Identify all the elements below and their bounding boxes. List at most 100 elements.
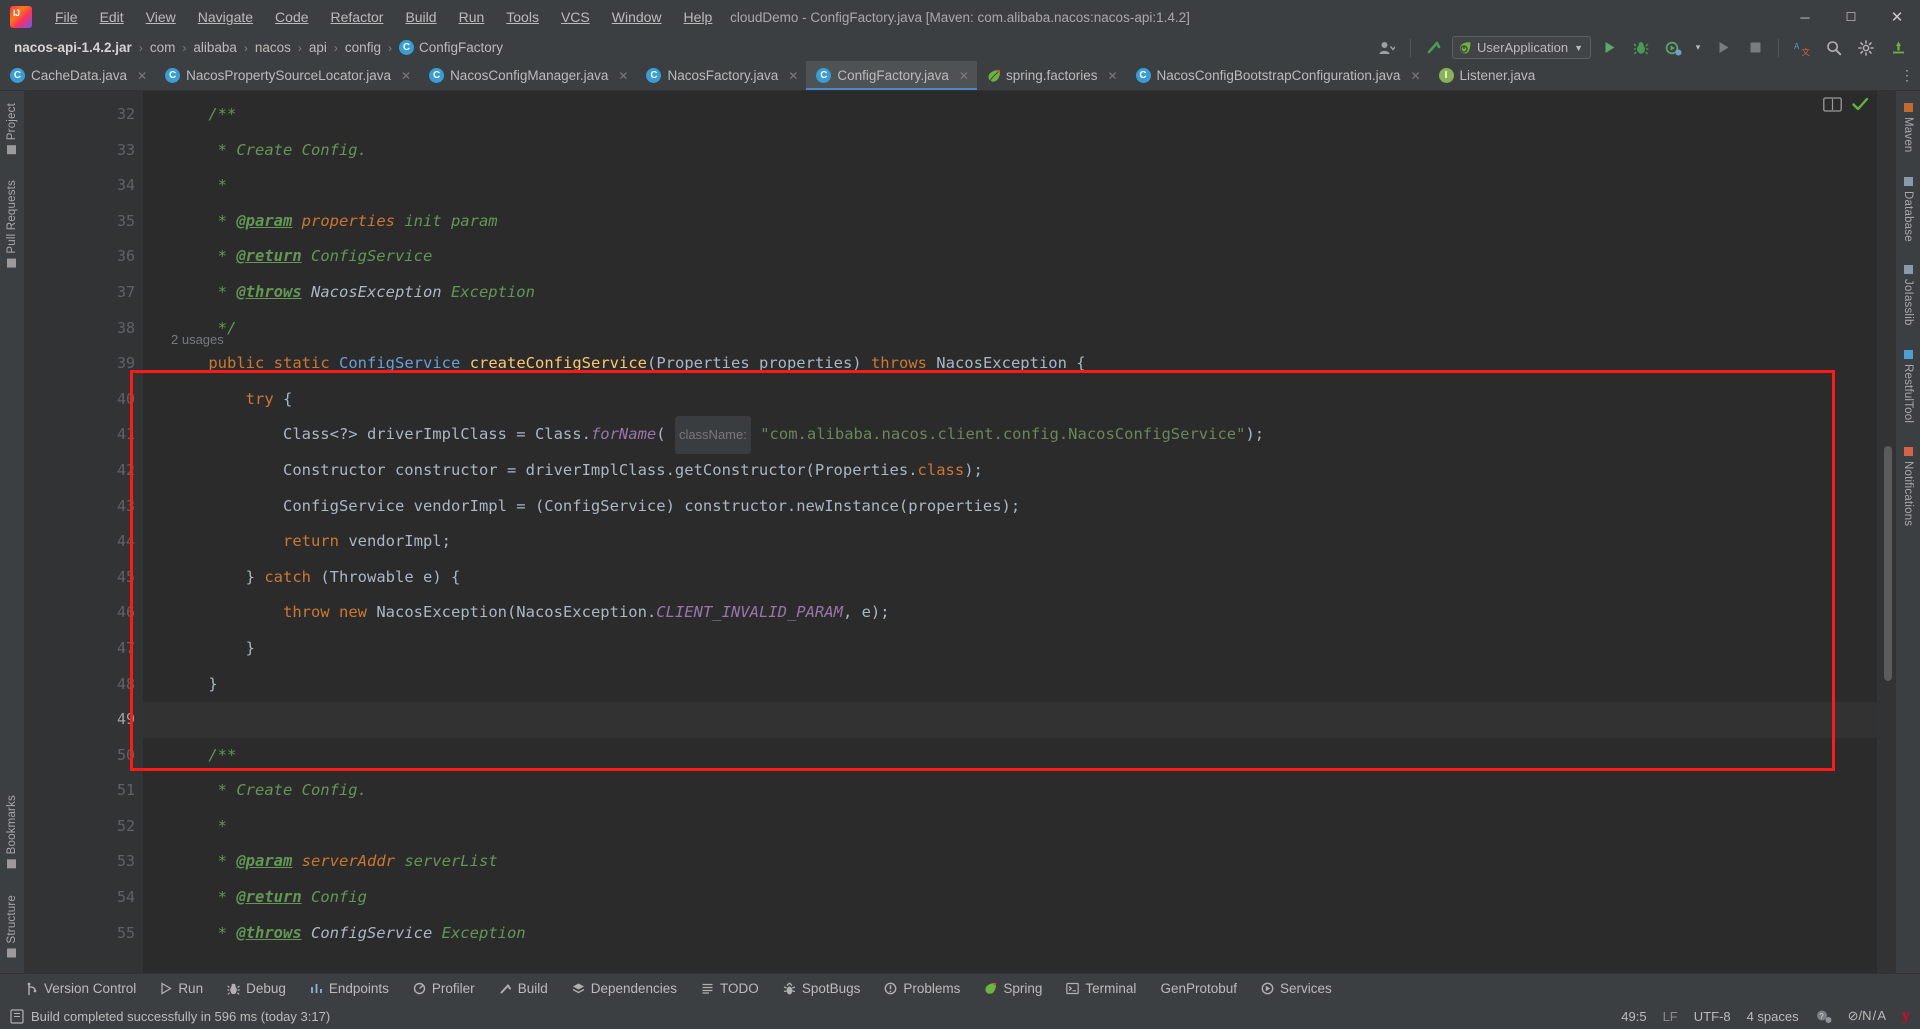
- search-icon[interactable]: [1820, 36, 1848, 60]
- code-line-38: */: [171, 318, 237, 337]
- breadcrumb-jar[interactable]: nacos-api-1.4.2.jar: [14, 40, 132, 55]
- line-number: 33: [116, 140, 135, 159]
- run-button[interactable]: [1595, 36, 1623, 60]
- close-icon[interactable]: ✕: [137, 69, 147, 83]
- tool-endpoints[interactable]: Endpoints: [298, 978, 401, 999]
- close-icon[interactable]: ✕: [959, 69, 969, 83]
- breadcrumb-api[interactable]: api: [309, 40, 327, 55]
- sidebar-item-pull-requests[interactable]: Pull Requests: [6, 174, 18, 274]
- breadcrumb-com[interactable]: com: [150, 40, 176, 55]
- parameter-name-hint[interactable]: className:: [674, 416, 751, 454]
- tab-nacosconfigmanager[interactable]: C NacosConfigManager.java ✕: [419, 61, 636, 90]
- sidebar-item-database[interactable]: Database: [1902, 171, 1914, 248]
- line-separator[interactable]: LF: [1663, 1009, 1678, 1024]
- problems-icon: [884, 982, 897, 995]
- tool-dependencies[interactable]: Dependencies: [560, 978, 689, 999]
- close-button[interactable]: ✕: [1874, 0, 1920, 34]
- menu-window[interactable]: Window: [601, 5, 673, 29]
- tool-spring[interactable]: Spring: [972, 978, 1054, 999]
- status-message[interactable]: Build completed successfully in 596 ms (…: [31, 1009, 330, 1024]
- line-number: 55: [116, 923, 135, 942]
- translate-icon[interactable]: A文: [1788, 36, 1816, 60]
- inspection-widget-icon[interactable]: ?: [1815, 1009, 1832, 1024]
- yandex-icon[interactable]: y: [1902, 1007, 1910, 1025]
- scrollbar-thumb[interactable]: [1884, 446, 1892, 681]
- code-line-55: * @throws ConfigService Exception: [171, 923, 526, 942]
- tabs-overflow[interactable]: ⋮: [1900, 61, 1920, 90]
- sidebar-item-restfultool[interactable]: RestfulTool: [1902, 344, 1914, 429]
- terminal-icon: [1066, 982, 1080, 995]
- sidebar-item-bookmarks[interactable]: Bookmarks: [6, 789, 18, 874]
- tab-nacosfactory[interactable]: C NacosFactory.java ✕: [636, 61, 806, 90]
- tool-build[interactable]: Build: [487, 978, 560, 999]
- menu-help[interactable]: Help: [673, 5, 724, 29]
- profiler-dropdown-icon[interactable]: ▾: [1691, 36, 1705, 60]
- stop-button[interactable]: [1741, 36, 1769, 60]
- reader-mode-icon[interactable]: [1823, 97, 1842, 112]
- editor-scrollbar[interactable]: [1877, 91, 1895, 973]
- tool-version-control[interactable]: Version Control: [14, 978, 148, 999]
- code-text[interactable]: /** * Create Config. * * @param properti…: [143, 91, 1877, 973]
- debug-button[interactable]: [1627, 36, 1655, 60]
- close-icon[interactable]: ✕: [401, 69, 411, 83]
- tool-debug[interactable]: Debug: [215, 978, 298, 999]
- breadcrumb-nacos[interactable]: nacos: [255, 40, 291, 55]
- tool-run[interactable]: Run: [148, 978, 215, 999]
- user-account-icon[interactable]: [1373, 36, 1401, 60]
- tool-problems[interactable]: Problems: [872, 978, 972, 999]
- sidebar-item-project[interactable]: Project: [6, 97, 18, 160]
- minimize-button[interactable]: ─: [1782, 0, 1828, 34]
- tool-todo[interactable]: TODO: [689, 978, 771, 999]
- tool-spotbugs[interactable]: SpotBugs: [771, 978, 873, 999]
- tab-cachedata[interactable]: C CacheData.java ✕: [0, 61, 155, 90]
- updates-icon[interactable]: [1884, 36, 1912, 60]
- menu-refactor[interactable]: Refactor: [320, 5, 395, 29]
- close-icon[interactable]: ✕: [1410, 69, 1420, 83]
- menu-run[interactable]: Run: [448, 5, 496, 29]
- maximize-button[interactable]: ☐: [1828, 0, 1874, 34]
- editor-gutter[interactable]: 32 33 34 35 36 37 38 39 40 41 42 43 44 4…: [25, 91, 143, 973]
- run-with-coverage-button[interactable]: [1659, 36, 1687, 60]
- close-icon[interactable]: ✕: [1107, 69, 1117, 83]
- sidebar-item-notifications[interactable]: Notifications: [1902, 441, 1914, 532]
- sidebar-item-structure[interactable]: Structure: [6, 889, 18, 963]
- sidebar-item-maven[interactable]: Maven: [1902, 97, 1914, 159]
- tab-nacosconfigbootstrapconfiguration[interactable]: C NacosConfigBootstrapConfiguration.java…: [1126, 61, 1429, 90]
- menu-file[interactable]: File: [44, 5, 89, 29]
- tab-spring-factories[interactable]: spring.factories ✕: [977, 61, 1126, 90]
- caret-position[interactable]: 49:5: [1621, 1009, 1646, 1024]
- tool-profiler[interactable]: Profiler: [401, 978, 487, 999]
- inspections-ok-icon[interactable]: [1852, 97, 1869, 112]
- code-editor[interactable]: 32 33 34 35 36 37 38 39 40 41 42 43 44 4…: [25, 91, 1895, 973]
- tool-genprotobuf[interactable]: GenProtobuf: [1148, 978, 1249, 999]
- tab-listener[interactable]: I Listener.java: [1429, 61, 1544, 90]
- code-line-47: }: [171, 638, 255, 657]
- breadcrumb-configfactory[interactable]: ConfigFactory: [419, 40, 503, 55]
- menu-edit[interactable]: Edit: [89, 5, 135, 29]
- close-icon[interactable]: ✕: [618, 69, 628, 83]
- run-gray-button[interactable]: [1709, 36, 1737, 60]
- breadcrumb-alibaba[interactable]: alibaba: [193, 40, 237, 55]
- usages-inlay-hint[interactable]: 2 usages: [171, 322, 224, 358]
- menu-code[interactable]: Code: [264, 5, 319, 29]
- tool-terminal[interactable]: Terminal: [1054, 978, 1148, 999]
- gear-icon[interactable]: [1852, 36, 1880, 60]
- inspection-status[interactable]: ⊘/N / A: [1848, 1008, 1886, 1024]
- menu-build[interactable]: Build: [394, 5, 447, 29]
- run-configuration-selector[interactable]: UserApplication ▼: [1452, 36, 1591, 59]
- tab-label: CacheData.java: [31, 68, 128, 83]
- menu-tools[interactable]: Tools: [495, 5, 550, 29]
- menu-view[interactable]: View: [135, 5, 187, 29]
- tool-services[interactable]: Services: [1249, 978, 1344, 999]
- menu-navigate[interactable]: Navigate: [187, 5, 264, 29]
- tab-nacospropertysourcelocator[interactable]: C NacosPropertySourceLocator.java ✕: [155, 61, 419, 90]
- build-project-icon[interactable]: [1420, 36, 1448, 60]
- close-icon[interactable]: ✕: [788, 69, 798, 83]
- breadcrumb-config[interactable]: config: [345, 40, 381, 55]
- sidebar-item-jclasslib[interactable]: JoIasslib: [1902, 259, 1914, 332]
- indent-setting[interactable]: 4 spaces: [1747, 1009, 1799, 1024]
- tool-label: Version Control: [44, 981, 137, 996]
- file-encoding[interactable]: UTF-8: [1694, 1009, 1731, 1024]
- tab-configfactory[interactable]: C ConfigFactory.java ✕: [806, 61, 977, 90]
- menu-vcs[interactable]: VCS: [550, 5, 601, 29]
